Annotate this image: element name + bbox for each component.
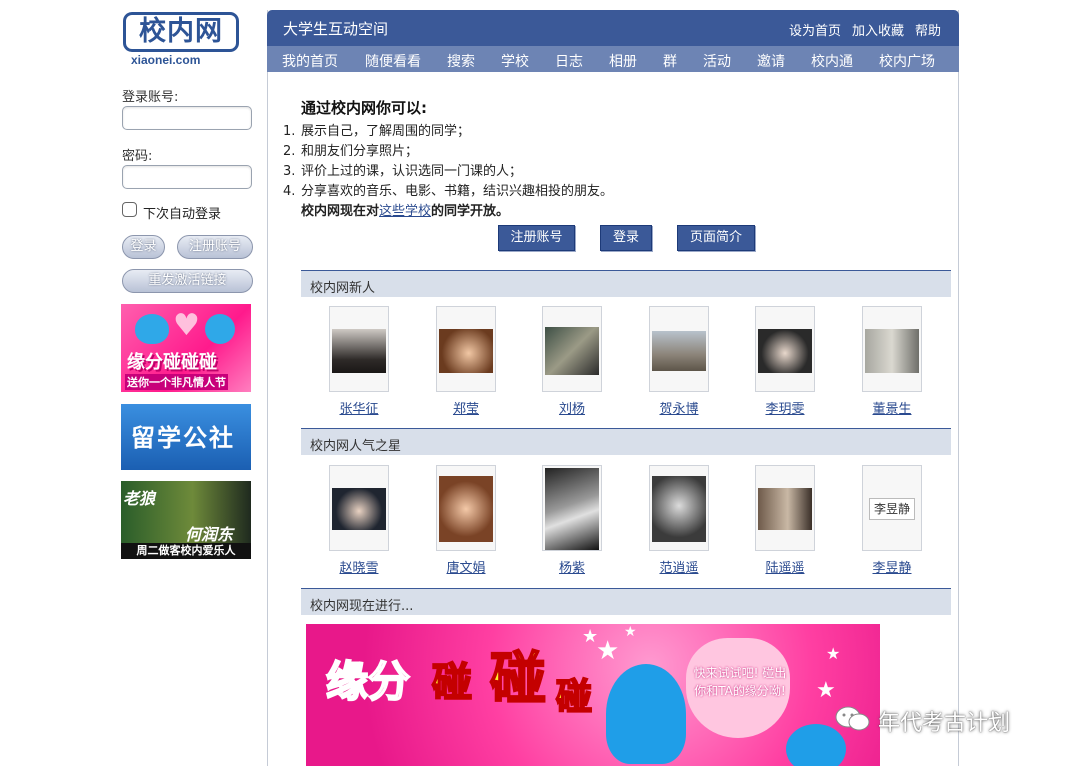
user-photo[interactable]: [436, 306, 496, 392]
user-name-link[interactable]: 贺永博: [629, 398, 729, 417]
user-name-link[interactable]: 范逍遥: [629, 557, 729, 576]
nav-search[interactable]: 搜索: [447, 51, 475, 71]
user-name-link[interactable]: 董景生: [842, 398, 942, 417]
user-photo[interactable]: [329, 465, 389, 551]
ad3-name2: 何润东: [185, 525, 234, 544]
help-link[interactable]: 帮助: [915, 20, 941, 39]
intro-item: 2. 和朋友们分享照片；: [283, 144, 419, 159]
banner-title-char: 碰: [431, 659, 473, 707]
logo-text: 校内网: [123, 12, 239, 52]
site-title: 大学生互动空间: [283, 20, 389, 38]
nav-bar: 我的首页 随便看看 搜索 学校 日志 相册 群 活动 邀请 校内通 校内广场: [267, 46, 959, 72]
resend-activation-button[interactable]: 重发激活链接: [122, 269, 253, 293]
section-new-users: 校内网新人: [301, 270, 951, 297]
account-label: 登录账号:: [122, 90, 179, 105]
user-photo[interactable]: [649, 306, 709, 392]
intro-title: 通过校内网你可以:: [301, 99, 427, 117]
mascot-left: [135, 314, 169, 344]
ad-banner-music[interactable]: 老狼 何润东 周二做客校内爱乐人: [121, 481, 251, 559]
register-button[interactable]: 注册账号: [177, 235, 253, 259]
star-icon: ★: [624, 624, 637, 640]
user-name-link[interactable]: 李玥雯: [735, 398, 835, 417]
watermark-text: 年代考古计划: [878, 711, 1011, 736]
nav-group[interactable]: 群: [663, 51, 677, 71]
promo-banner[interactable]: ★ ★ ★ ★ ★ 快来试试吧! 碰出你和TA的缘分呦! 缘分 碰 碰 碰: [306, 624, 880, 766]
add-favorite-link[interactable]: 加入收藏: [852, 20, 904, 39]
nav-album[interactable]: 相册: [609, 51, 637, 71]
nav-square[interactable]: 校内广场: [879, 51, 935, 71]
password-label: 密码:: [122, 149, 153, 164]
banner-heart-text: 快来试试吧! 碰出你和TA的缘分呦!: [693, 666, 787, 698]
user-name-link[interactable]: 李昱静: [842, 557, 942, 576]
user-name-link[interactable]: 张华征: [309, 398, 409, 417]
nav-my-home[interactable]: 我的首页: [282, 51, 338, 71]
nav-blog[interactable]: 日志: [555, 51, 583, 71]
nav-events[interactable]: 活动: [703, 51, 731, 71]
account-input[interactable]: [122, 106, 252, 130]
user-photo[interactable]: [755, 465, 815, 551]
user-name-link[interactable]: 赵晓雪: [309, 557, 409, 576]
star-icon: ★: [816, 678, 836, 703]
login-button[interactable]: 登录: [122, 235, 165, 259]
photo-alt-text: 李昱静: [869, 498, 915, 520]
heart-icon: ♥: [173, 308, 200, 343]
ad3-name1: 老狼: [123, 489, 156, 508]
ad-banner-study-abroad[interactable]: 留学公社: [121, 404, 251, 470]
user-photo[interactable]: [755, 306, 815, 392]
banner-title-char: 碰: [489, 646, 547, 713]
intro-footer: 校内网现在对这些学校的同学开放。: [301, 204, 510, 219]
ad1-subtitle: 送你一个非凡情人节: [125, 374, 228, 390]
mascot-icon: [606, 664, 686, 764]
banner-title: 缘分: [325, 656, 411, 707]
login-main-button[interactable]: 登录: [600, 225, 652, 251]
watermark: 年代考古计划: [834, 701, 1054, 737]
user-photo[interactable]: [542, 306, 602, 392]
banner-title-char: 碰: [555, 676, 593, 719]
user-name-link[interactable]: 唐文娟: [416, 557, 516, 576]
password-input[interactable]: [122, 165, 252, 189]
user-name-link[interactable]: 刘杨: [522, 398, 622, 417]
nav-school[interactable]: 学校: [501, 51, 529, 71]
section-happening-now: 校内网现在进行...: [301, 588, 951, 615]
ad2-title: 留学公社: [131, 424, 235, 452]
schools-link[interactable]: 这些学校: [379, 204, 431, 219]
intro-item: 1. 展示自己，了解周围的同学；: [283, 124, 471, 139]
user-photo[interactable]: [329, 306, 389, 392]
user-photo[interactable]: [649, 465, 709, 551]
ad1-title: 缘分碰碰碰: [127, 352, 217, 373]
user-photo[interactable]: [436, 465, 496, 551]
intro-item: 4. 分享喜欢的音乐、电影、书籍，结识兴趣相投的朋友。: [283, 184, 614, 199]
user-name-link[interactable]: 郑莹: [416, 398, 516, 417]
mascot-right: [205, 314, 235, 344]
logo-subtext: xiaonei.com: [131, 53, 201, 67]
user-name-link[interactable]: 杨紫: [522, 557, 622, 576]
star-icon: ★: [826, 644, 841, 663]
nav-browse[interactable]: 随便看看: [365, 51, 421, 71]
set-homepage-link[interactable]: 设为首页: [789, 20, 841, 39]
user-photo[interactable]: [542, 465, 602, 551]
register-main-button[interactable]: 注册账号: [498, 225, 575, 251]
top-bar: 大学生互动空间 设为首页 加入收藏 帮助: [267, 10, 959, 46]
remember-checkbox[interactable]: [122, 202, 137, 217]
nav-invite[interactable]: 邀请: [757, 51, 785, 71]
nav-xiaoneitong[interactable]: 校内通: [811, 51, 853, 71]
user-name-link[interactable]: 陆遥遥: [735, 557, 835, 576]
wechat-icon: [835, 706, 870, 731]
user-photo[interactable]: [862, 306, 922, 392]
remember-label: 下次自动登录: [143, 207, 222, 222]
section-popular: 校内网人气之星: [301, 428, 951, 455]
intro-item: 3. 评价上过的课，认识选同一门课的人；: [283, 164, 523, 179]
user-photo-missing[interactable]: 李昱静: [862, 465, 922, 551]
ad3-caption: 周二做客校内爱乐人: [121, 543, 251, 559]
ad-banner-love[interactable]: ♥ 缘分碰碰碰 送你一个非凡情人节: [121, 304, 251, 392]
page-intro-button[interactable]: 页面简介: [677, 225, 755, 251]
site-logo[interactable]: 校内网 xiaonei.com: [121, 10, 245, 67]
star-icon: ★: [596, 636, 620, 666]
